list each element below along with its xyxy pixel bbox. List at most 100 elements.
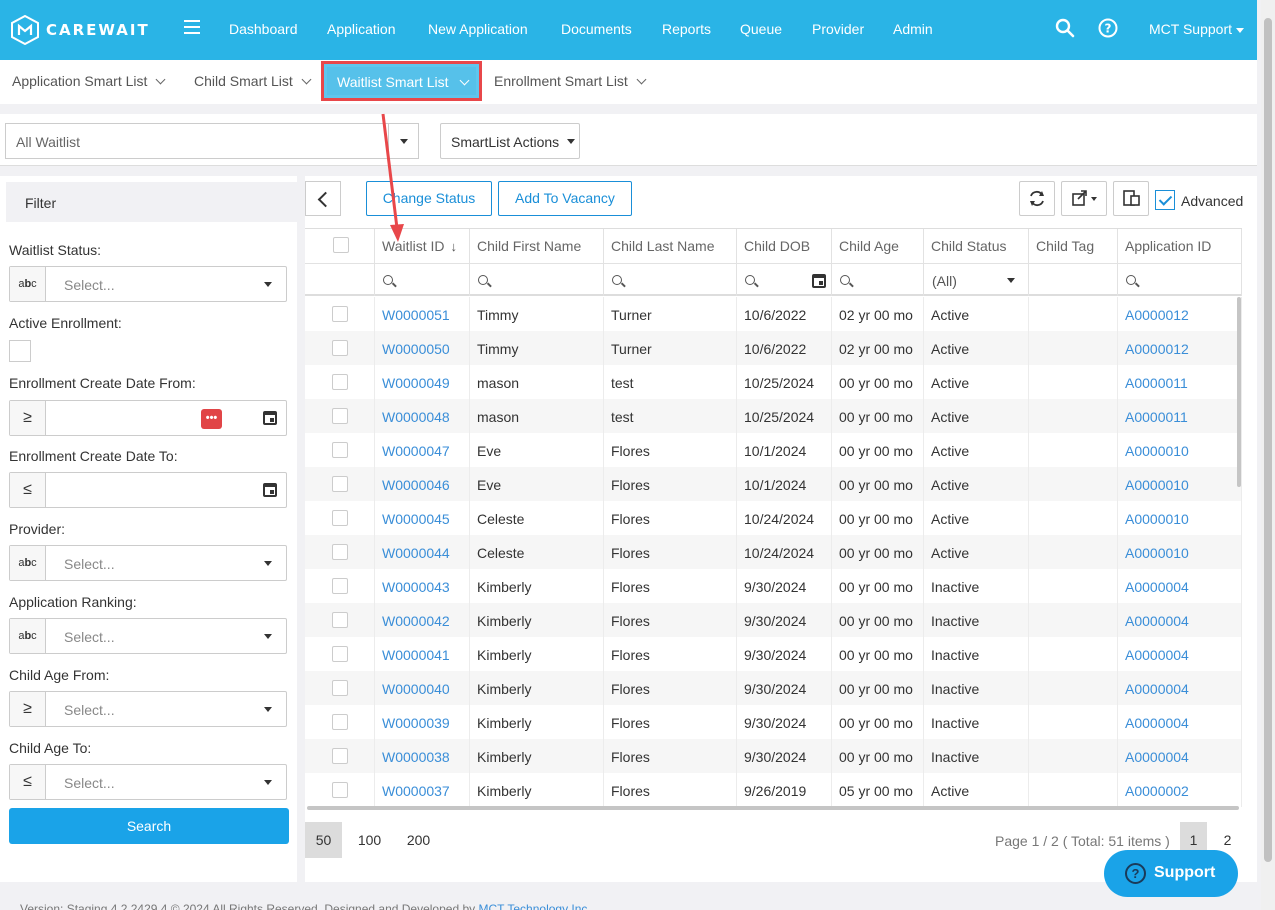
table-row[interactable]: W0000049 mason test 10/25/2024 00 yr 00 mo Ac… xyxy=(305,365,1242,399)
nav-queue[interactable]: Queue xyxy=(740,21,782,37)
waitlist-id-link[interactable]: W0000050 xyxy=(375,331,470,365)
application-id-link[interactable]: A0000010 xyxy=(1118,467,1242,501)
row-checkbox[interactable] xyxy=(332,374,348,390)
tab-enrollment-smart-list[interactable]: Enrollment Smart List xyxy=(494,73,647,89)
column-header-waitlist-id[interactable]: Waitlist ID ↓ xyxy=(375,229,470,263)
column-filter-cell[interactable] xyxy=(832,263,924,296)
application-id-link[interactable]: A0000002 xyxy=(1118,773,1242,807)
nav-provider[interactable]: Provider xyxy=(812,21,864,37)
waitlist-id-link[interactable]: W0000051 xyxy=(375,297,470,331)
enroll-date-from-field[interactable]: ≥ ••• xyxy=(9,400,287,436)
row-checkbox[interactable] xyxy=(332,544,348,560)
application-id-link[interactable]: A0000004 xyxy=(1118,705,1242,739)
application-id-link[interactable]: A0000004 xyxy=(1118,637,1242,671)
table-row[interactable]: W0000037 Kimberly Flores 9/26/2019 05 yr 00 … xyxy=(305,773,1242,807)
app-logo[interactable]: CAREWAIT xyxy=(10,14,150,46)
waitlist-id-link[interactable]: W0000039 xyxy=(375,705,470,739)
row-checkbox[interactable] xyxy=(332,442,348,458)
table-row[interactable]: W0000050 Timmy Turner 10/6/2022 02 yr 00 mo A… xyxy=(305,331,1242,365)
table-row[interactable]: W0000047 Eve Flores 10/1/2024 00 yr 00 mo Act… xyxy=(305,433,1242,467)
text-operator-icon[interactable]: abc xyxy=(10,619,46,653)
provider-select[interactable]: abc Select... xyxy=(9,545,287,581)
column-header-child-last-name[interactable]: Child Last Name xyxy=(604,229,737,263)
grid-vertical-scrollbar[interactable] xyxy=(1237,297,1241,487)
waitlist-id-link[interactable]: W0000046 xyxy=(375,467,470,501)
row-checkbox[interactable] xyxy=(332,646,348,662)
waitlist-id-link[interactable]: W0000047 xyxy=(375,433,470,467)
waitlist-id-link[interactable]: W0000048 xyxy=(375,399,470,433)
search-icon[interactable] xyxy=(1055,18,1075,38)
nav-dashboard[interactable]: Dashboard xyxy=(229,21,298,37)
waitlist-id-link[interactable]: W0000049 xyxy=(375,365,470,399)
nav-application[interactable]: Application xyxy=(327,21,396,37)
row-checkbox[interactable] xyxy=(332,510,348,526)
footer-link[interactable]: MCT Technology Inc. xyxy=(478,902,590,910)
back-button[interactable] xyxy=(305,181,341,216)
search-button[interactable]: Search xyxy=(9,808,289,844)
application-id-link[interactable]: A0000010 xyxy=(1118,501,1242,535)
waitlist-id-link[interactable]: W0000037 xyxy=(375,773,470,807)
calendar-icon[interactable] xyxy=(263,411,277,425)
waitlist-id-link[interactable]: W0000044 xyxy=(375,535,470,569)
application-id-link[interactable]: A0000004 xyxy=(1118,603,1242,637)
menu-toggle-icon[interactable] xyxy=(184,20,200,38)
user-menu[interactable]: MCT Support xyxy=(1149,21,1244,37)
column-header-child-age[interactable]: Child Age xyxy=(832,229,924,263)
advanced-checkbox[interactable] xyxy=(1155,190,1175,210)
nav-admin[interactable]: Admin xyxy=(893,21,933,37)
application-id-link[interactable]: A0000004 xyxy=(1118,569,1242,603)
column-filter-cell[interactable] xyxy=(1118,263,1242,296)
column-filter-cell[interactable] xyxy=(375,263,470,296)
table-row[interactable]: W0000044 Celeste Flores 10/24/2024 00 yr 00 … xyxy=(305,535,1242,569)
child-age-from-select[interactable]: ≥ Select... xyxy=(9,691,287,727)
greater-equal-icon[interactable]: ≥ xyxy=(10,692,46,726)
row-checkbox[interactable] xyxy=(332,476,348,492)
row-checkbox[interactable] xyxy=(332,340,348,356)
nav-new-application[interactable]: New Application xyxy=(428,21,528,37)
text-operator-icon[interactable]: abc xyxy=(10,267,46,301)
select-all-checkbox[interactable] xyxy=(333,237,349,253)
row-checkbox[interactable] xyxy=(332,578,348,594)
column-chooser-button[interactable] xyxy=(1113,181,1149,216)
row-checkbox[interactable] xyxy=(332,612,348,628)
table-row[interactable]: W0000043 Kimberly Flores 9/30/2024 00 yr 00 … xyxy=(305,569,1242,603)
tab-waitlist-smart-list[interactable]: Waitlist Smart List xyxy=(321,61,482,101)
less-equal-icon[interactable]: ≤ xyxy=(10,473,46,507)
table-row[interactable]: W0000039 Kimberly Flores 9/30/2024 00 yr 00 … xyxy=(305,705,1242,739)
application-id-link[interactable]: A0000011 xyxy=(1118,365,1242,399)
waitlist-id-link[interactable]: W0000043 xyxy=(375,569,470,603)
text-operator-icon[interactable]: abc xyxy=(10,546,46,580)
enroll-date-to-field[interactable]: ≤ xyxy=(9,472,287,508)
waitlist-status-select[interactable]: abc Select... xyxy=(9,266,287,302)
table-row[interactable]: W0000038 Kimberly Flores 9/30/2024 00 yr 00 … xyxy=(305,739,1242,773)
column-header-application-id[interactable]: Application ID xyxy=(1118,229,1242,263)
application-id-link[interactable]: A0000012 xyxy=(1118,297,1242,331)
table-row[interactable]: W0000040 Kimberly Flores 9/30/2024 00 yr 00 … xyxy=(305,671,1242,705)
application-id-link[interactable]: A0000010 xyxy=(1118,535,1242,569)
tab-application-smart-list[interactable]: Application Smart List xyxy=(12,73,166,89)
application-id-link[interactable]: A0000012 xyxy=(1118,331,1242,365)
table-row[interactable]: W0000042 Kimberly Flores 9/30/2024 00 yr 00 … xyxy=(305,603,1242,637)
active-enrollment-checkbox[interactable] xyxy=(9,340,31,362)
more-options-icon[interactable]: ••• xyxy=(201,409,222,429)
change-status-button[interactable]: Change Status xyxy=(366,181,492,216)
help-icon[interactable]: ? xyxy=(1098,18,1118,38)
table-row[interactable]: W0000046 Eve Flores 10/1/2024 00 yr 00 mo Act… xyxy=(305,467,1242,501)
smartlist-actions-button[interactable]: SmartList Actions xyxy=(440,123,580,159)
column-filter-cell[interactable]: (All) xyxy=(924,263,1029,296)
page-size-100[interactable]: 100 xyxy=(351,822,388,858)
calendar-icon[interactable] xyxy=(263,483,277,497)
waitlist-id-link[interactable]: W0000038 xyxy=(375,739,470,773)
table-row[interactable]: W0000051 Timmy Turner 10/6/2022 02 yr 00 mo A… xyxy=(305,297,1242,331)
table-row[interactable]: W0000048 mason test 10/25/2024 00 yr 00 mo Ac… xyxy=(305,399,1242,433)
page-size-200[interactable]: 200 xyxy=(400,822,437,858)
nav-reports[interactable]: Reports xyxy=(662,21,711,37)
waitlist-view-select[interactable]: All Waitlist xyxy=(5,123,419,159)
page-scrollbar[interactable] xyxy=(1261,0,1275,910)
application-id-link[interactable]: A0000011 xyxy=(1118,399,1242,433)
column-header-child-tag[interactable]: Child Tag xyxy=(1029,229,1118,263)
application-id-link[interactable]: A0000010 xyxy=(1118,433,1242,467)
tab-child-smart-list[interactable]: Child Smart List xyxy=(194,73,312,89)
refresh-button[interactable] xyxy=(1019,181,1055,216)
less-equal-icon[interactable]: ≤ xyxy=(10,765,46,799)
